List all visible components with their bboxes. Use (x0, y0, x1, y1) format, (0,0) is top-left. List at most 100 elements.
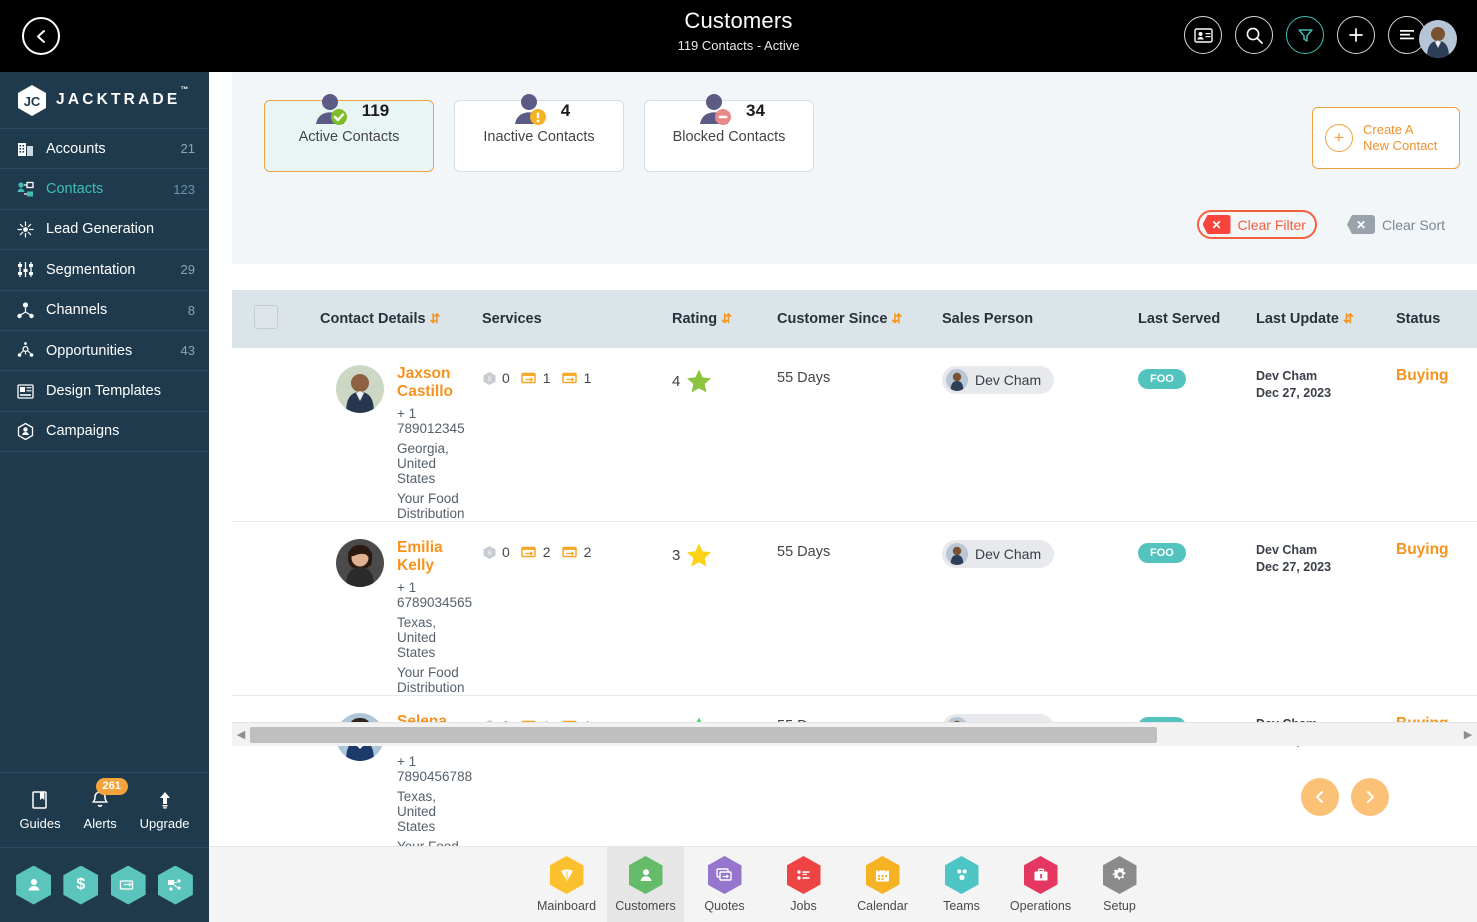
header-last-update[interactable]: Last Update ⇵ (1250, 290, 1390, 348)
person-check-icon (309, 89, 353, 133)
scroll-left-arrow-icon[interactable]: ◀ (232, 728, 250, 741)
clear-filter-button[interactable]: ✕ Clear Filter (1196, 210, 1317, 239)
sales-person-chip[interactable]: Dev Cham (942, 366, 1055, 394)
upload-arrow-icon (159, 792, 170, 809)
stat-top-inactive: 4 (508, 89, 570, 133)
services-cell: S 0 1 1 (476, 348, 666, 522)
bottom-nav-label: Calendar (857, 899, 908, 913)
sidebar-utilities: Guides 261 Alerts Upgrade (0, 772, 209, 848)
contact-name[interactable]: Emilia Kelly (397, 539, 472, 575)
bottom-nav-quotes[interactable]: Quotes (686, 847, 763, 922)
dollar-hex-icon[interactable]: $ (63, 865, 99, 905)
header-customer-since[interactable]: Customer Since ⇵ (771, 290, 936, 348)
header-contact-details[interactable]: Contact Details ⇵ (314, 290, 476, 348)
sort-icon[interactable]: ⇵ (430, 311, 441, 326)
last-update-by: Dev Cham (1256, 543, 1318, 557)
header-services[interactable]: Services (476, 290, 666, 348)
payment-card-hex-icon[interactable] (110, 865, 146, 905)
top-header-bar: Customers 119 Contacts - Active (0, 0, 1477, 72)
bottom-nav-calendar[interactable]: Calendar (844, 847, 921, 922)
plus-icon[interactable] (1337, 16, 1375, 54)
contact-name[interactable]: Jaxson Castillo (397, 365, 470, 401)
bottom-nav-jobs[interactable]: Jobs (765, 847, 842, 922)
stat-card-active-contacts[interactable]: 119 Active Contacts (264, 94, 434, 172)
stat-card-blocked-contacts[interactable]: 34 Blocked Contacts (644, 94, 814, 172)
sidebar-item-accounts[interactable]: Accounts 21 (0, 129, 209, 170)
scrollbar-thumb[interactable] (250, 726, 1157, 743)
filter-icon[interactable] (1286, 16, 1324, 54)
sort-icon[interactable]: ⇵ (721, 311, 732, 326)
scroll-right-arrow-icon[interactable]: ▶ (1459, 728, 1477, 741)
sidebar-item-campaigns[interactable]: Campaigns (0, 412, 209, 453)
design-templates-icon (14, 380, 36, 402)
row-checkbox-cell (232, 348, 314, 522)
header-rating[interactable]: Rating ⇵ (666, 290, 771, 348)
stat-card-inactive-contacts[interactable]: 4 Inactive Contacts (454, 94, 624, 172)
contact-location: Texas, United States (397, 789, 437, 834)
table-row[interactable]: Jaxson Castillo + 1 789012345 Georgia, U… (232, 348, 1477, 522)
avatar (946, 543, 968, 565)
svg-text:S: S (487, 376, 492, 383)
bottom-nav-customers[interactable]: Customers (607, 846, 684, 922)
services-cell: S 0 2 2 (476, 521, 666, 696)
header-sales-person[interactable]: Sales Person (936, 290, 1132, 348)
person-hex-icon[interactable] (16, 865, 52, 905)
sidebar-item-lead-generation[interactable]: Lead Generation (0, 210, 209, 251)
last-update-by: Dev Cham (1256, 369, 1318, 383)
svg-text:JC: JC (24, 94, 41, 109)
header-last-served[interactable]: Last Served (1132, 290, 1250, 348)
calendar-icon (865, 856, 900, 894)
previous-page-button[interactable] (1301, 778, 1339, 816)
row-checkbox-cell (232, 521, 314, 696)
operations-icon (1023, 856, 1058, 894)
sort-icon[interactable]: ⇵ (891, 311, 902, 326)
sidebar-item-opportunities[interactable]: Opportunities 43 (0, 331, 209, 372)
last-served-cell: FOO (1132, 348, 1250, 522)
horizontal-scrollbar[interactable]: ◀ ▶ (232, 722, 1477, 746)
brand-name: JACKTRADE™ (56, 85, 188, 109)
stat-count: 34 (746, 101, 765, 120)
bottom-nav-operations[interactable]: Operations (1002, 847, 1079, 922)
create-new-contact-button[interactable]: + Create A New Contact (1312, 107, 1460, 169)
search-icon[interactable] (1235, 16, 1273, 54)
bottom-nav-label: Mainboard (536, 899, 597, 913)
sidebar-item-channels[interactable]: Channels 8 (0, 291, 209, 331)
contacts-table: Contact Details ⇵ Services Rating ⇵ Custom… (232, 290, 1477, 870)
select-all-checkbox[interactable] (254, 305, 278, 329)
upgrade-label: Upgrade (139, 816, 190, 831)
channels-icon (14, 299, 36, 321)
sidebar-item-count: 29 (180, 262, 195, 278)
sales-person-name: Dev Cham (975, 372, 1042, 388)
upgrade-button[interactable]: Upgrade (140, 789, 190, 831)
guides-button[interactable]: Guides (19, 789, 61, 831)
bottom-nav-teams[interactable]: Teams (923, 847, 1000, 922)
service-value: 0 (502, 370, 510, 386)
sidebar-item-contacts[interactable]: Contacts 123 (0, 169, 209, 210)
user-avatar[interactable] (1419, 20, 1457, 58)
payment-icon (521, 546, 536, 558)
stat-count: 119 (361, 101, 390, 120)
contact-location: Georgia, United States (397, 441, 449, 486)
header-status[interactable]: Status (1390, 290, 1477, 348)
bottom-nav-mainboard[interactable]: Mainboard (528, 847, 605, 922)
sales-person-chip[interactable]: Dev Cham (942, 540, 1055, 568)
sort-icon[interactable]: ⇵ (1343, 311, 1354, 326)
table-row[interactable]: Emilia Kelly + 1 6789034565 Texas, Unite… (232, 521, 1477, 696)
next-page-button[interactable] (1351, 778, 1389, 816)
contact-card-icon[interactable] (1184, 16, 1222, 54)
header-checkbox-cell (232, 290, 314, 348)
alerts-button[interactable]: 261 Alerts (84, 778, 128, 831)
scrollbar-track[interactable] (250, 726, 1459, 744)
brand-label: JACKTRADE (56, 91, 181, 109)
sidebar-item-segmentation[interactable]: Segmentation 29 (0, 250, 209, 291)
sidebar-item-design-templates[interactable]: Design Templates (0, 371, 209, 412)
sidebar-item-label: Opportunities (46, 342, 133, 359)
clear-sort-button[interactable]: ✕ Clear Sort (1346, 215, 1445, 234)
book-icon (32, 791, 47, 809)
clear-actions-row: ✕ Clear Filter ✕ Clear Sort (1196, 210, 1445, 239)
brand-logo: JC JACKTRADE™ (0, 72, 209, 129)
avatar (336, 365, 384, 413)
network-hex-icon[interactable] (157, 865, 193, 905)
bottom-nav-setup[interactable]: Setup (1081, 847, 1158, 922)
clear-filter-label: Clear Filter (1237, 216, 1306, 233)
